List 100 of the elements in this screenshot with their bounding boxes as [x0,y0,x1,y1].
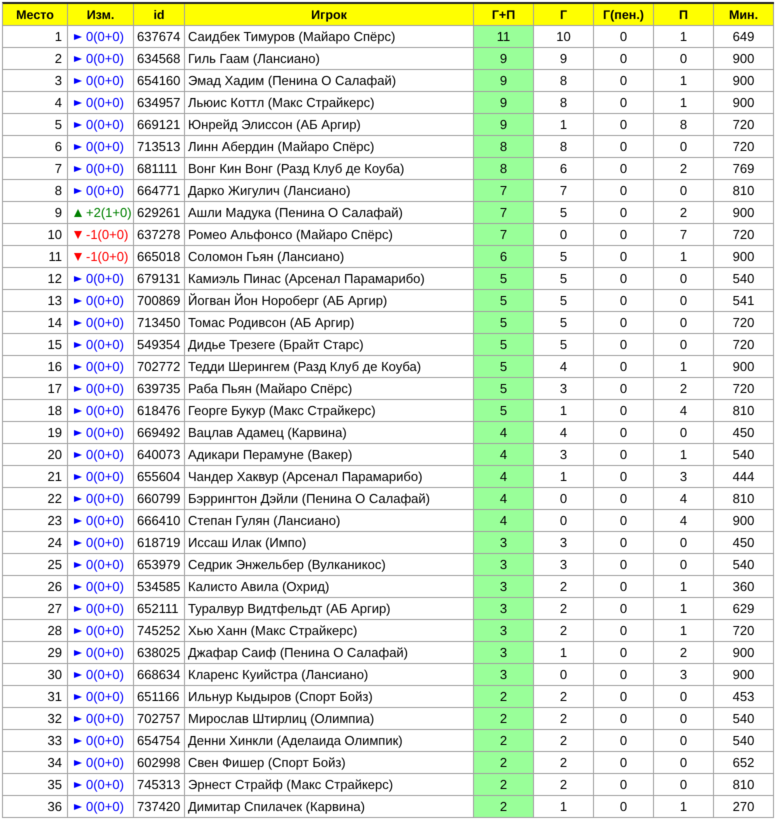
points-value: 5 [500,359,508,374]
minutes-value: 900 [732,249,754,264]
assists-value: 2 [680,381,688,396]
rank-change: 0(0+0) [86,557,124,572]
player-id: 664771 [137,183,180,198]
minutes-value: 649 [732,29,754,44]
minutes-value: 540 [732,447,754,462]
assists-value: 0 [680,337,688,352]
rank-change: -1(0+0) [86,249,128,264]
rank-change: 0(0+0) [86,425,124,440]
rank-change: 0(0+0) [86,645,124,660]
penalty-goals-value: 0 [620,557,628,572]
points-value: 9 [500,73,508,88]
penalty-goals-value: 0 [620,381,628,396]
minutes-value: 720 [732,315,754,330]
minutes-value: 360 [732,579,754,594]
rank-change: 0(0+0) [86,469,124,484]
player-name: Йогван Йон Нороберг (АБ Аргир) [188,293,388,308]
penalty-goals-value: 0 [620,535,628,550]
rank-change: 0(0+0) [86,667,124,682]
penalty-goals-value: 0 [620,711,628,726]
assists-value: 0 [680,557,688,572]
rank-number: 2 [54,51,62,66]
player-name: Соломон Гьян (Лансиано) [188,249,344,264]
minutes-value: 652 [732,755,754,770]
goals-value: 0 [560,667,568,682]
goals-value: 9 [560,51,568,66]
points-value: 2 [500,777,508,792]
penalty-goals-value: 0 [620,425,628,440]
assists-value: 0 [680,271,688,286]
assists-value: 1 [680,579,688,594]
player-id: 618476 [137,403,180,418]
assists-value: 0 [680,293,688,308]
player-name: Иссаш Илак (Импо) [188,535,306,550]
rank-change: +2(1+0) [86,205,132,220]
rank-change: 0(0+0) [86,315,124,330]
player-name: Степан Гулян (Лансиано) [188,513,340,528]
assists-value: 7 [680,227,688,242]
goals-value: 7 [560,183,568,198]
player-id: 629261 [137,205,180,220]
rank-number: 3 [54,73,62,88]
goals-value: 3 [560,447,568,462]
goals-value: 5 [560,249,568,264]
player-id: 669121 [137,117,180,132]
assists-value: 1 [680,601,688,616]
goals-value: 2 [560,623,568,638]
player-id: 660799 [137,491,180,506]
assists-value: 0 [680,755,688,770]
minutes-value: 900 [732,95,754,110]
player-name: Эмад Хадим (Пенина О Салафай) [188,73,396,88]
player-id: 534585 [137,579,180,594]
player-id: 654754 [137,733,180,748]
rank-number: 10 [48,227,62,242]
assists-value: 0 [680,689,688,704]
rank-change: 0(0+0) [86,513,124,528]
goals-value: 3 [560,557,568,572]
rank-change: 0(0+0) [86,403,124,418]
rank-number: 18 [48,403,62,418]
assists-value: 1 [680,799,688,814]
rank-number: 17 [48,381,62,396]
player-id: 602998 [137,755,180,770]
penalty-goals-value: 0 [620,315,628,330]
rank-number: 6 [54,139,62,154]
rank-change: 0(0+0) [86,689,124,704]
goals-value: 2 [560,601,568,616]
player-name: Линн Абердин (Майаро Спёрс) [188,139,374,154]
player-id: 651166 [137,689,180,704]
minutes-value: 810 [732,183,754,198]
goals-value: 5 [560,337,568,352]
minutes-value: 720 [732,117,754,132]
points-value: 9 [500,51,508,66]
rank-number: 4 [54,95,62,110]
points-value: 2 [500,733,508,748]
player-name: Туралвур Видтфельдт (АБ Аргир) [188,601,391,616]
player-id: 668634 [137,667,180,682]
points-value: 9 [500,117,508,132]
goals-value: 4 [560,359,568,374]
player-id: 713450 [137,315,180,330]
rank-number: 15 [48,337,62,352]
penalty-goals-value: 0 [620,601,628,616]
minutes-value: 900 [732,667,754,682]
points-value: 3 [500,667,508,682]
player-id: 713513 [137,139,180,154]
minutes-value: 629 [732,601,754,616]
minutes-value: 540 [732,557,754,572]
goals-value: 1 [560,645,568,660]
player-name: Льюис Коттл (Макс Страйкерс) [188,95,374,110]
goals-value: 0 [560,513,568,528]
player-id: 665018 [137,249,180,264]
player-name: Дидье Трезеге (Брайт Старс) [188,337,364,352]
points-value: 3 [500,645,508,660]
goals-value: 5 [560,271,568,286]
rank-number: 36 [48,799,62,814]
minutes-value: 810 [732,403,754,418]
rank-number: 21 [48,469,62,484]
goals-value: 8 [560,139,568,154]
penalty-goals-value: 0 [620,755,628,770]
goals-value: 0 [560,227,568,242]
rank-number: 7 [54,161,62,176]
rank-number: 8 [54,183,62,198]
